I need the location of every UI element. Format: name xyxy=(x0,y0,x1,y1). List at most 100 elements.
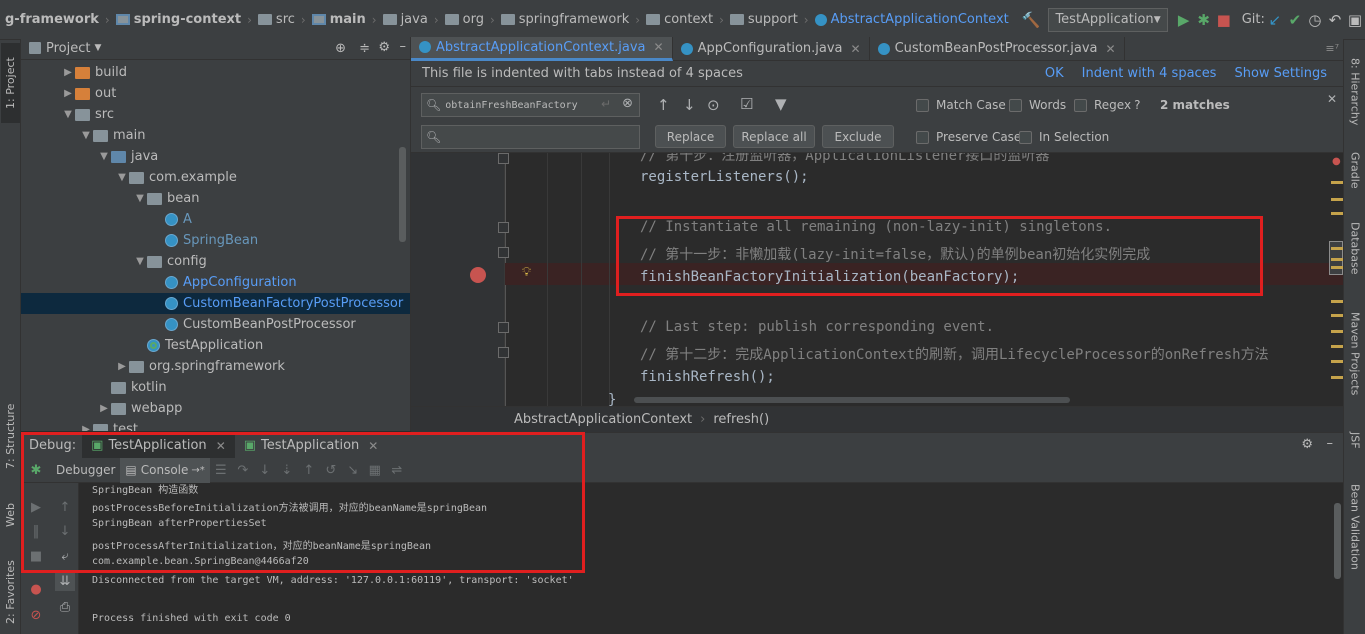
tree-item[interactable]: kotlin xyxy=(21,377,410,398)
match-case-checkbox[interactable]: Match Case xyxy=(916,98,1006,112)
expanded-arrow-icon[interactable]: ▼ xyxy=(79,130,93,141)
banner-indent-link[interactable]: Indent with 4 spaces xyxy=(1082,66,1217,81)
git-commit-icon[interactable]: ✔ xyxy=(1287,8,1303,32)
tree-item[interactable]: SpringBean xyxy=(21,230,410,251)
close-find-icon[interactable]: ✕ xyxy=(1327,92,1337,106)
previous-occurrence-icon[interactable]: ↑ xyxy=(657,96,670,114)
collapsed-arrow-icon[interactable]: ▶ xyxy=(79,424,93,431)
tree-item[interactable]: ▼ config xyxy=(21,251,410,272)
tree-item[interactable]: ▼ bean xyxy=(21,188,410,209)
print-icon[interactable]: ⎙ xyxy=(55,597,75,617)
crumb-java[interactable]: java xyxy=(378,0,433,39)
debug-bug-icon[interactable]: ✱ xyxy=(1196,8,1212,32)
stop-icon[interactable]: ■ xyxy=(1216,8,1232,32)
hide-icon[interactable]: – xyxy=(1327,436,1334,451)
filter-icon[interactable]: ▼ xyxy=(775,95,787,113)
collapse-all-icon[interactable]: ≑ xyxy=(359,41,370,56)
stripe-mark[interactable] xyxy=(1331,330,1343,333)
locate-icon[interactable]: ⊕ xyxy=(335,41,346,56)
crumb-src[interactable]: src xyxy=(253,0,300,39)
fold-marker-icon[interactable] xyxy=(498,153,509,164)
tab-abstract-application-context[interactable]: AbstractApplicationContext.java ✕ xyxy=(411,36,673,61)
banner-ok-link[interactable]: OK xyxy=(1045,66,1064,81)
breadcrumb-class[interactable]: AbstractApplicationContext xyxy=(514,412,692,427)
stripe-mark[interactable] xyxy=(1331,360,1343,363)
project-panel-title[interactable]: Project xyxy=(46,41,90,56)
close-icon[interactable]: ✕ xyxy=(851,42,861,56)
collapsed-arrow-icon[interactable]: ▶ xyxy=(97,403,111,414)
tab-favorites[interactable]: 2: Favorites xyxy=(1,550,20,634)
tab-jsf[interactable]: JSF xyxy=(1346,432,1364,468)
tab-app-configuration[interactable]: AppConfiguration.java ✕ xyxy=(673,36,870,61)
regex-help-link[interactable]: ? xyxy=(1134,98,1140,112)
tree-item[interactable]: ▶ out xyxy=(21,83,410,104)
scroll-to-end-icon[interactable]: ⇊ xyxy=(55,571,75,591)
expanded-arrow-icon[interactable]: ▼ xyxy=(133,193,147,204)
replace-all-button[interactable]: Replace all xyxy=(733,125,815,148)
crumb-org[interactable]: org xyxy=(440,0,489,39)
stripe-mark[interactable] xyxy=(1331,247,1343,250)
search-input[interactable]: 🔍︎ obtainFreshBeanFactory ↵ ⊗ xyxy=(421,93,640,117)
stripe-mark[interactable] xyxy=(1331,345,1343,348)
tree-item[interactable]: ▶ build xyxy=(21,62,410,83)
tree-item[interactable]: TestApplication xyxy=(21,335,410,356)
stripe-mark[interactable] xyxy=(1331,181,1343,184)
editor-gutter[interactable] xyxy=(411,153,506,406)
crumb-context[interactable]: context xyxy=(641,0,718,39)
crumb-support[interactable]: support xyxy=(725,0,803,39)
tab-hierarchy[interactable]: 8: Hierarchy xyxy=(1346,58,1364,150)
tab-custom-bean-post-processor[interactable]: CustomBeanPostProcessor.java ✕ xyxy=(870,36,1125,61)
tab-maven-projects[interactable]: Maven Projects xyxy=(1346,312,1364,432)
tabs-overflow-icon[interactable]: ≡⁷ xyxy=(1325,42,1339,55)
lightbulb-icon[interactable]: 💡︎ xyxy=(522,265,531,280)
regex-checkbox[interactable]: Regex? xyxy=(1074,98,1140,112)
history-icon[interactable]: ◷ xyxy=(1307,8,1323,32)
tree-item[interactable]: ▶ test xyxy=(21,419,410,431)
crumb-class[interactable]: AbstractApplicationContext xyxy=(810,0,1014,39)
find-all-icon[interactable]: ⊙ xyxy=(707,96,720,114)
tab-structure[interactable]: 7: Structure xyxy=(1,396,20,476)
fold-marker-icon[interactable] xyxy=(498,347,509,358)
run-icon[interactable]: ▶ xyxy=(1176,8,1192,32)
tree-item[interactable]: ▶ org.springframework xyxy=(21,356,410,377)
rollback-icon[interactable]: ↶ xyxy=(1327,8,1343,32)
build-hammer-icon[interactable]: 🔨 xyxy=(1022,8,1041,32)
tree-item[interactable]: ▶ webapp xyxy=(21,398,410,419)
tree-item[interactable]: ▼ com.example xyxy=(21,167,410,188)
gear-icon[interactable]: ⚙ xyxy=(378,40,390,55)
collapsed-arrow-icon[interactable]: ▶ xyxy=(61,67,75,78)
fold-marker-icon[interactable] xyxy=(498,322,509,333)
stripe-mark[interactable] xyxy=(1331,314,1343,317)
mute-breakpoints-icon[interactable]: ⊘ xyxy=(26,605,46,625)
project-scrollbar[interactable] xyxy=(399,147,406,242)
clear-icon[interactable]: ⊗ xyxy=(622,96,633,111)
in-selection-checkbox[interactable]: In Selection xyxy=(1019,130,1109,144)
run-config-select[interactable]: TestApplication ▼ xyxy=(1048,7,1168,32)
stripe-mark[interactable] xyxy=(1331,258,1343,261)
stripe-mark[interactable] xyxy=(1331,266,1343,269)
view-breakpoints-icon[interactable]: ● xyxy=(26,579,46,599)
expanded-arrow-icon[interactable]: ▼ xyxy=(115,172,129,183)
tab-gradle[interactable]: Gradle xyxy=(1346,152,1364,212)
tab-project[interactable]: 1: Project xyxy=(1,43,20,123)
fold-marker-icon[interactable] xyxy=(498,222,509,233)
tree-item[interactable]: CustomBeanFactoryPostProcessor xyxy=(21,293,410,314)
replace-button[interactable]: Replace xyxy=(655,125,726,148)
close-icon[interactable]: ✕ xyxy=(1106,42,1116,56)
tree-item[interactable]: AppConfiguration xyxy=(21,272,410,293)
collapsed-arrow-icon[interactable]: ▶ xyxy=(115,361,129,372)
collapsed-arrow-icon[interactable]: ▶ xyxy=(61,88,75,99)
hide-icon[interactable]: – xyxy=(400,39,407,54)
select-all-occurrences-icon[interactable]: ☑ xyxy=(740,95,753,113)
close-icon[interactable]: ✕ xyxy=(654,40,664,54)
tree-item[interactable]: A xyxy=(21,209,410,230)
chevron-down-icon[interactable]: ▼ xyxy=(94,43,101,53)
stripe-mark[interactable] xyxy=(1331,300,1343,303)
project-structure-icon[interactable]: ▣ xyxy=(1347,8,1363,32)
console-scrollbar[interactable] xyxy=(1334,503,1341,579)
tree-item[interactable]: CustomBeanPostProcessor xyxy=(21,314,410,335)
crumb-project[interactable]: g-framework xyxy=(0,0,104,39)
tab-web[interactable]: Web xyxy=(1,495,20,535)
crumb-main[interactable]: main xyxy=(307,0,371,39)
fold-marker-icon[interactable] xyxy=(498,247,509,258)
